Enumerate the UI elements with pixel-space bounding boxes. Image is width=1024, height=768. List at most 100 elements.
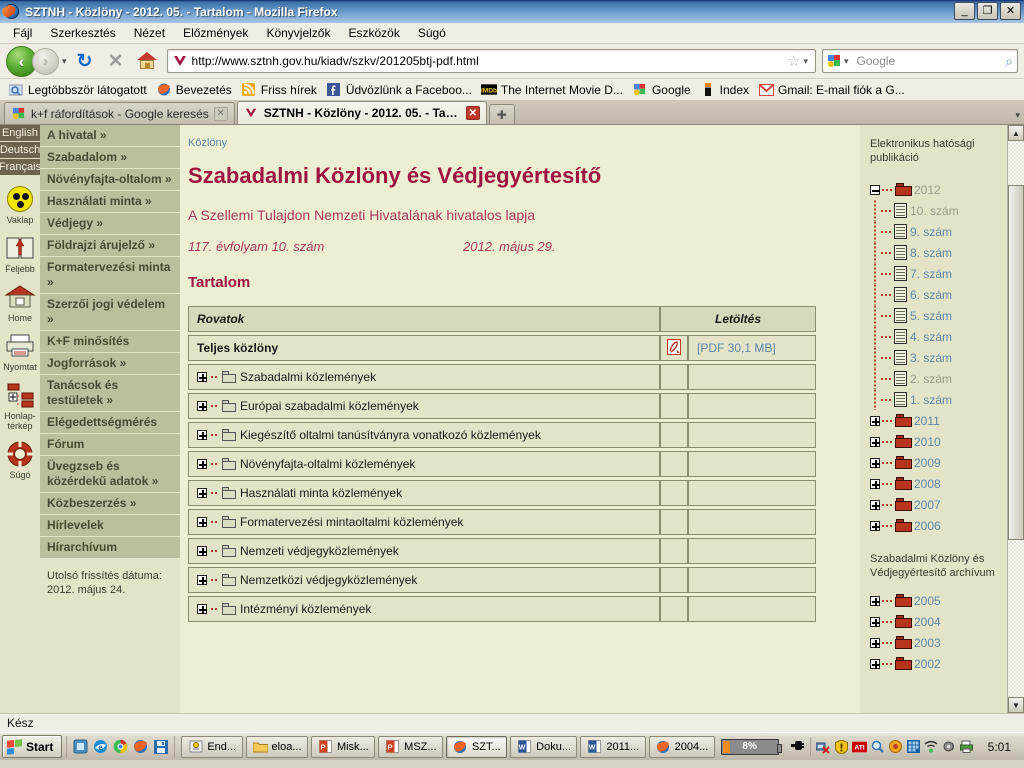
tree-node-issue[interactable]: 5. szám [870,305,1018,326]
tree-node-issue[interactable]: 8. szám [870,242,1018,263]
sidebar-item-novenyfajta-oltalom[interactable]: Növényfajta-oltalom » [40,169,180,191]
rail-item-home[interactable]: Home [0,282,40,323]
tree-node-label[interactable]: 2008 [914,477,941,491]
tree-node-label[interactable]: 1. szám [910,393,952,407]
expand-icon[interactable] [197,604,207,614]
sidebar-item-tanacsok-es-testuletek[interactable]: Tanácsok és testületek » [40,375,180,412]
stop-icon[interactable]: ✕ [103,48,129,74]
grid-icon[interactable] [906,739,921,754]
close-icon[interactable]: ✕ [465,106,480,120]
search-bar[interactable]: ▾ Google ⌕ [822,49,1018,73]
url-dropdown-icon[interactable]: ▾ [803,56,808,67]
warning-shield-icon[interactable] [834,739,849,754]
tree-node-label[interactable]: 2007 [914,498,941,512]
expand-icon[interactable] [870,415,880,426]
sidebar-item-forum[interactable]: Fórum [40,434,180,456]
sidebar-item-szabadalom[interactable]: Szabadalom » [40,147,180,169]
sidebar-item-kf-minosites[interactable]: K+F minősítés [40,331,180,353]
tree-node-label[interactable]: 7. szám [910,267,952,281]
expand-icon[interactable] [870,595,880,606]
tree-node-2011[interactable]: 2011 [870,410,1018,431]
menu-item-sugo[interactable]: Súgó [409,24,455,42]
sidebar-item-formatervezesi-minta[interactable]: Formatervezési minta » [40,257,180,294]
menu-item-elozmenyek[interactable]: Előzmények [174,24,257,42]
tree-node-label[interactable]: 2010 [914,435,941,449]
task-button[interactable]: eloa... [245,735,308,758]
bookmark-imdb[interactable]: IMDb The Internet Movie D... [479,83,630,97]
tree-node-label[interactable]: 2006 [914,519,941,533]
expand-icon[interactable] [870,457,880,468]
task-button[interactable]: W 2011... [580,735,646,758]
expand-icon[interactable] [870,436,880,447]
rail-item-feljebb[interactable]: Feljebb [0,233,40,274]
menu-item-konyvjelzok[interactable]: Könyvjelzők [257,24,339,42]
bookmark-facebook[interactable]: Üdvözlünk a Faceboo... [324,83,479,97]
bookmark-gmail[interactable]: Gmail: E-mail fiók a G... [756,83,912,97]
rail-item-nyomtat[interactable]: Nyomtat [0,331,40,372]
new-tab-button[interactable]: ✚ [488,104,515,124]
tree-node-label[interactable]: 6. szám [910,288,952,302]
start-button[interactable]: Start [2,735,63,758]
tree-node-issue[interactable]: 2. szám [870,368,1018,389]
task-button[interactable]: End... [181,735,243,758]
tree-node-label[interactable]: 8. szám [910,246,952,260]
page-scrollbar[interactable]: ▲ ▼ [1007,125,1024,713]
collapse-icon[interactable] [870,184,880,195]
download-cell[interactable]: [PDF 30,1 MB] [688,335,816,361]
menu-item-eszkozok[interactable]: Eszközök [339,24,408,42]
scroll-down-button[interactable]: ▼ [1008,697,1024,713]
sidebar-item-jogforrasok[interactable]: Jogforrások » [40,353,180,375]
close-icon[interactable]: ✕ [213,106,228,121]
internet-explorer-icon[interactable]: e [92,738,109,755]
tree-node-label[interactable]: 3. szám [910,351,952,365]
lang-tab-english[interactable]: English [0,125,40,142]
task-button-active[interactable]: SZT... [445,735,508,758]
bookmark-google[interactable]: Google [630,83,698,97]
close-button[interactable]: ✕ [1000,2,1021,20]
expand-icon[interactable] [197,372,207,382]
pdf-icon-cell[interactable] [660,335,688,361]
breadcrumb[interactable]: Közlöny [188,137,860,149]
search-engine-dropdown-icon[interactable]: ▾ [844,56,849,67]
task-button[interactable]: P Misk... [310,735,376,758]
tree-node-2010[interactable]: 2010 [870,431,1018,452]
search-input[interactable]: Google [852,54,1006,68]
search-icon[interactable]: ⌕ [1005,53,1013,70]
lang-tab-francais[interactable]: Français [0,159,41,176]
sidebar-item-vedjegy[interactable]: Védjegy » [40,213,180,235]
firefox-icon[interactable] [132,738,149,755]
expand-icon[interactable] [870,637,880,648]
expand-icon[interactable] [197,488,207,498]
tree-node-label[interactable]: 2. szám [910,372,952,386]
expand-icon[interactable] [870,478,880,489]
tree-node-2005[interactable]: 2005 [870,590,1018,611]
menu-item-nezet[interactable]: Nézet [125,24,174,42]
tree-node-label[interactable]: 2009 [914,456,941,470]
expand-icon[interactable] [197,459,207,469]
ati-icon[interactable]: ATI [851,739,867,754]
rail-item-sugo[interactable]: Súgó [0,439,40,480]
expand-icon[interactable] [870,616,880,627]
battery-indicator[interactable]: 8% [720,738,782,755]
tree-node-issue[interactable]: 1. szám [870,389,1018,410]
sidebar-item-foldrajzi-arujelzo[interactable]: Földrajzi árujelző » [40,235,180,257]
tree-node-2003[interactable]: 2003 [870,632,1018,653]
browser-tab[interactable]: k+f ráfordítások - Google keresés ✕ [4,102,235,124]
tree-node-label[interactable]: 4. szám [910,330,952,344]
task-button[interactable]: P MSZ... [378,735,443,758]
expand-icon[interactable] [197,401,207,411]
tree-node-2006[interactable]: 2006 [870,515,1018,536]
menu-item-szerkesztes[interactable]: Szerkesztés [41,24,124,42]
expand-icon[interactable] [870,658,880,669]
tree-node-label[interactable]: 10. szám [910,204,959,218]
tree-node-issue[interactable]: 7. szám [870,263,1018,284]
tree-node-2007[interactable]: 2007 [870,494,1018,515]
tree-node-label[interactable]: 2011 [914,414,940,428]
bookmark-star-icon[interactable]: ☆ [787,52,800,70]
tree-node-issue[interactable]: 3. szám [870,347,1018,368]
tree-node-label[interactable]: 2005 [914,594,941,608]
sidebar-item-szerzoi-jogi-vedelem[interactable]: Szerzői jogi védelem » [40,294,180,331]
tree-node-label[interactable]: 2002 [914,657,941,671]
browser-tab-active[interactable]: SZTNH - Közlöny - 2012. 05. - Tart... ✕ [236,101,487,124]
expand-icon[interactable] [197,430,207,440]
